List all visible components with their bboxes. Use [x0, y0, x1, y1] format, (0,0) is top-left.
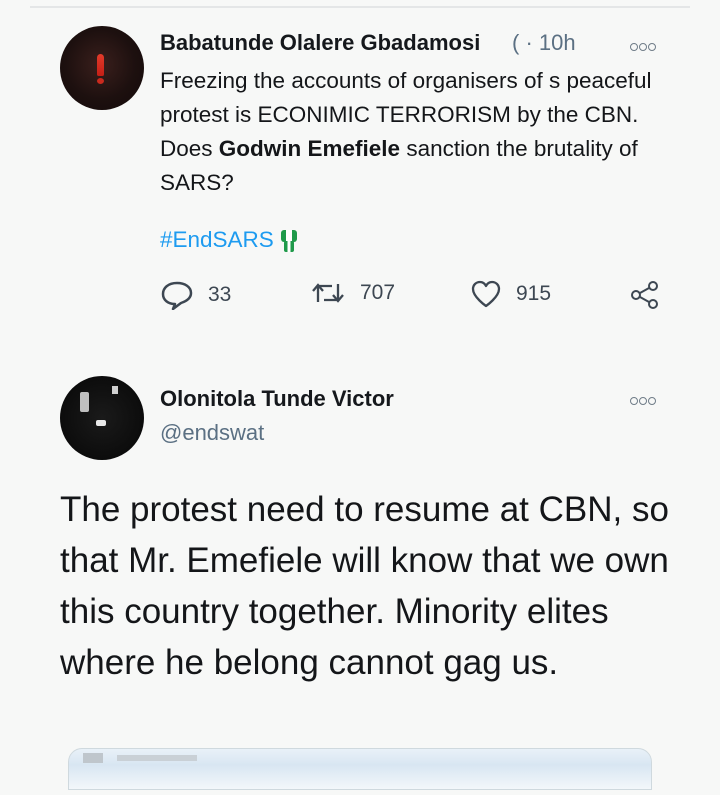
like-count: 915 [516, 282, 552, 305]
tweet1-text-mention: Godwin Emefiele [218, 136, 401, 161]
tweet1-time[interactable]: 10h [539, 30, 576, 55]
tweet1-separator: · [525, 30, 533, 55]
retweet-icon [312, 283, 344, 303]
tweet1-meta: ( · 10h [512, 30, 576, 56]
raised-fist-emoji-icon [280, 230, 297, 252]
avatar-shape [96, 420, 106, 426]
reply-count: 33 [208, 283, 232, 306]
tweet1-text: Freezing the accounts of organisers of s… [160, 64, 680, 200]
share-button[interactable] [630, 280, 660, 310]
more-options-icon[interactable] [630, 392, 660, 406]
reply-icon [161, 281, 193, 310]
like-button[interactable]: 915 [470, 280, 551, 308]
avatar-shape [80, 392, 89, 412]
avatar[interactable] [60, 26, 144, 110]
heart-icon [471, 280, 501, 308]
retweet-button[interactable]: 707 [310, 280, 395, 306]
top-divider [30, 6, 690, 8]
tweet1-handle-fragment[interactable]: ( [512, 30, 519, 55]
avatar-flame [97, 54, 104, 76]
media-card-detail [83, 753, 103, 763]
reply-button[interactable]: 33 [160, 280, 231, 310]
tweet1-hashtag[interactable]: #EndSARS [160, 226, 300, 254]
tweet2-text: The protest need to resume at CBN, so th… [60, 490, 669, 682]
avatar-flame-dot [97, 78, 104, 84]
retweet-count: 707 [360, 281, 396, 304]
avatar[interactable] [60, 376, 144, 460]
tweet2-author-name[interactable]: Olonitola Tunde Victor [160, 386, 394, 412]
media-card-detail [117, 755, 197, 761]
avatar-shape [112, 386, 118, 394]
more-options-icon[interactable] [630, 38, 660, 52]
media-card-preview[interactable] [68, 748, 652, 790]
tweet2-handle[interactable]: @endswat [160, 420, 264, 446]
share-icon [631, 281, 658, 309]
tweet1-author-name[interactable]: Babatunde Olalere Gbadamosi [160, 30, 480, 56]
tweet1-hashtag-text[interactable]: #EndSARS [160, 227, 274, 253]
